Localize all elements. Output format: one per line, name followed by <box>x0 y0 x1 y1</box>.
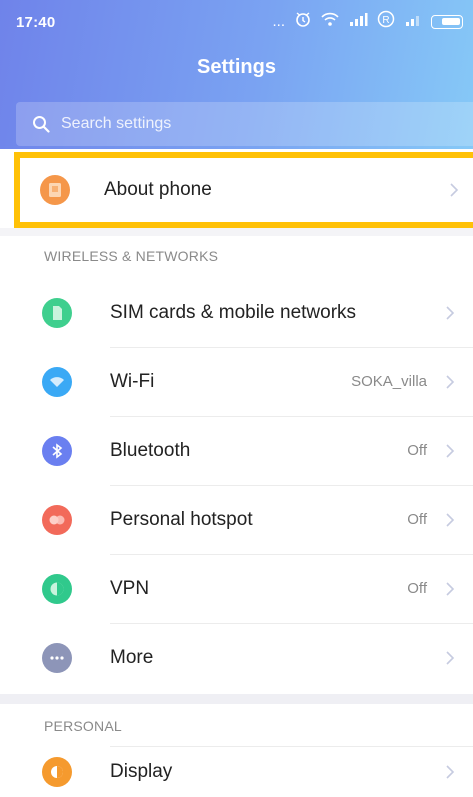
bluetooth-value: Off <box>407 442 427 459</box>
display-label: Display <box>110 761 173 782</box>
roaming-badge-text: R <box>382 15 389 26</box>
display-item[interactable]: Display <box>0 747 473 797</box>
wifi-status-icon <box>321 11 339 33</box>
chevron-right-icon <box>446 443 455 458</box>
display-icon <box>42 757 72 787</box>
search-input[interactable] <box>61 115 441 133</box>
page-title: Settings <box>197 56 276 78</box>
section-gap <box>0 228 473 236</box>
more-icon <box>42 642 72 673</box>
more-notifications-icon: ... <box>272 13 285 30</box>
section-header-personal: PERSONAL <box>44 718 122 734</box>
vpn-value: Off <box>407 580 427 597</box>
chevron-right-icon <box>446 765 455 779</box>
more-label: More <box>110 646 154 668</box>
header: 17:40 ... R Settings <box>0 0 473 149</box>
status-time: 17:40 <box>16 14 56 31</box>
vpn-icon <box>42 573 72 604</box>
chevron-right-icon <box>446 305 455 320</box>
sim-cards-item[interactable]: SIM cards & mobile networks <box>0 278 473 347</box>
roaming-icon: R <box>377 10 395 34</box>
bluetooth-label: Bluetooth <box>110 439 191 461</box>
vpn-item[interactable]: VPN Off <box>0 554 473 623</box>
personal-hotspot-item[interactable]: Personal hotspot Off <box>0 485 473 554</box>
chevron-right-icon <box>446 512 455 527</box>
chevron-right-icon <box>446 650 455 665</box>
sim-card-icon <box>42 297 72 328</box>
alarm-icon <box>294 10 312 34</box>
about-phone-label: About phone <box>104 179 212 200</box>
about-phone-item[interactable]: About phone <box>14 152 473 228</box>
signal-weak-icon <box>404 11 422 33</box>
search-icon <box>33 116 50 133</box>
bluetooth-item[interactable]: Bluetooth Off <box>0 416 473 485</box>
personal-hotspot-value: Off <box>407 511 427 528</box>
wifi-value: SOKA_villa <box>351 373 427 390</box>
phone-info-icon <box>40 175 70 205</box>
sim-cards-label: SIM cards & mobile networks <box>110 301 357 323</box>
chevron-right-icon <box>446 581 455 596</box>
bluetooth-icon <box>42 435 72 466</box>
status-bar: 17:40 ... R <box>0 0 473 40</box>
wifi-item[interactable]: Wi-Fi SOKA_villa <box>0 347 473 416</box>
search-bar[interactable] <box>16 102 473 146</box>
section-divider-band <box>0 694 473 704</box>
wifi-label: Wi-Fi <box>110 370 155 392</box>
section-header-wireless: WIRELESS & NETWORKS <box>44 248 219 264</box>
status-icons: ... R <box>272 10 463 34</box>
wifi-icon <box>42 366 72 397</box>
chevron-right-icon <box>450 183 459 197</box>
hotspot-icon <box>42 504 72 535</box>
vpn-label: VPN <box>110 577 150 599</box>
chevron-right-icon <box>446 374 455 389</box>
more-item[interactable]: More <box>0 623 473 692</box>
signal-icon <box>348 11 368 33</box>
personal-hotspot-label: Personal hotspot <box>110 508 253 530</box>
battery-icon <box>431 15 463 29</box>
